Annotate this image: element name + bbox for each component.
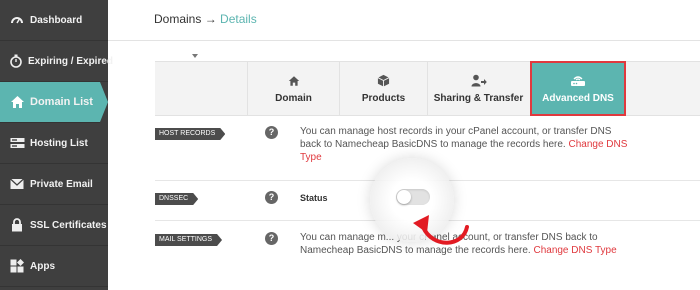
sidebar-item-private-email[interactable]: Private Email [0,164,108,205]
host-records-text: You can manage host records in your cPan… [300,126,612,150]
sidebar-item-label: Domain List [30,96,93,108]
curved-arrow-icon [413,215,469,245]
lock-icon [9,217,25,233]
sidebar-item-apps[interactable]: Apps [0,246,108,287]
tab-bar: Domain Products Sharing & Transfer Advan… [155,61,700,116]
page-header: Domains → Details [108,0,700,41]
sidebar-item-label: Hosting List [30,137,88,149]
box-icon [377,74,390,88]
sidebar-item-expiring[interactable]: Expiring / Expired [0,41,113,82]
tab-label: Advanced DNS [542,92,614,104]
sidebar-item-ssl-certificates[interactable]: SSL Certificates [0,205,108,246]
mail-settings-label: MAIL SETTINGS [155,234,222,246]
dnssec-status-label: Status [300,193,328,203]
timer-icon [9,53,23,69]
help-icon[interactable]: ? [265,232,278,245]
breadcrumb-current: Details [220,12,257,26]
tab-label: Products [361,92,406,104]
tab-sharing-transfer[interactable]: Sharing & Transfer [427,62,529,115]
sidebar-item-hosting-list[interactable]: Hosting List [0,123,108,164]
sidebar-item-label: Apps [30,260,55,272]
server-icon [9,135,25,151]
tab-label: Domain [275,92,312,104]
sidebar-item-label: Dashboard [30,14,83,26]
router-icon [570,74,586,88]
breadcrumb: Domains → Details [154,12,257,26]
chevron-down-icon[interactable] [192,54,198,58]
sidebar-item-domain-list[interactable]: Domain List [0,82,100,123]
speedometer-icon [9,12,25,28]
sidebar-item-label: Expiring / Expired [28,55,114,67]
tab-domain[interactable]: Domain [247,62,339,115]
home-icon [9,94,25,110]
dnssec-toggle[interactable] [396,189,430,205]
user-share-icon [471,74,487,88]
host-records-label: HOST RECORDS [155,128,225,140]
breadcrumb-separator: → [204,12,217,26]
tab-products[interactable]: Products [339,62,427,115]
host-records-description: You can manage host records in your cPan… [300,125,630,164]
tab-advanced-dns[interactable]: Advanced DNS [530,61,626,116]
home-icon [288,74,300,88]
sidebar: Dashboard Expiring / Expired Domain List… [0,0,113,290]
help-icon[interactable]: ? [265,191,278,204]
active-indicator-arrow [100,82,108,122]
envelope-icon [9,176,25,192]
toggle-knob [397,190,411,204]
sidebar-item-label: SSL Certificates [30,219,107,231]
sidebar-item-dashboard[interactable]: Dashboard [0,0,108,41]
change-dns-type-link[interactable]: Change DNS Type [533,245,616,256]
breadcrumb-parent[interactable]: Domains [154,12,201,26]
help-icon[interactable]: ? [265,126,278,139]
sidebar-item-label: Private Email [30,178,93,190]
dnssec-label: DNSSEC [155,193,198,205]
tab-label: Sharing & Transfer [433,92,524,104]
apps-icon [9,258,25,274]
